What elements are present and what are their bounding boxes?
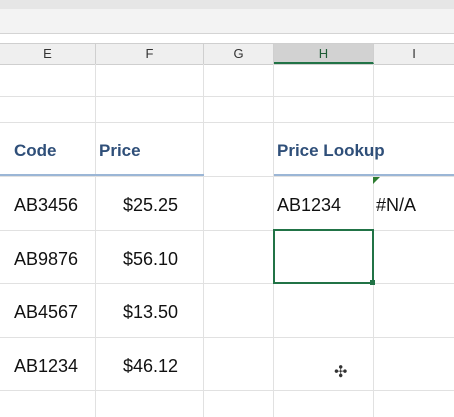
column-header-i[interactable]: I: [374, 44, 454, 64]
active-cell[interactable]: [273, 229, 374, 284]
code-cell[interactable]: AB4567: [14, 302, 78, 323]
price-cell[interactable]: $56.10: [96, 249, 178, 270]
ribbon-area: [0, 9, 454, 34]
price-lookup-header[interactable]: Price Lookup: [277, 141, 385, 161]
spreadsheet-grid[interactable]: Code Price Price Lookup AB3456 $25.25 AB…: [0, 64, 454, 417]
price-header[interactable]: Price: [99, 141, 141, 161]
error-indicator-icon[interactable]: [373, 177, 380, 184]
code-header[interactable]: Code: [14, 141, 57, 161]
price-cell[interactable]: $25.25: [96, 195, 178, 216]
lookup-header-underline: [274, 174, 454, 176]
price-cell[interactable]: $46.12: [96, 356, 178, 377]
lookup-result-cell[interactable]: #N/A: [376, 195, 416, 216]
column-header-h[interactable]: H: [274, 44, 374, 64]
price-cell[interactable]: $13.50: [96, 302, 178, 323]
code-cell[interactable]: AB1234: [14, 356, 78, 377]
column-header-e[interactable]: E: [0, 44, 96, 64]
column-header-g[interactable]: G: [204, 44, 274, 64]
column-header-row: E F G H I: [0, 43, 454, 65]
title-bar-strip: [0, 0, 454, 9]
code-cell[interactable]: AB3456: [14, 195, 78, 216]
lookup-input-cell[interactable]: AB1234: [277, 195, 341, 216]
fill-handle[interactable]: [370, 280, 375, 285]
cross-cursor-icon: ✣: [334, 364, 348, 381]
table-header-underline: [0, 174, 204, 176]
column-header-f[interactable]: F: [96, 44, 204, 64]
code-cell[interactable]: AB9876: [14, 249, 78, 270]
